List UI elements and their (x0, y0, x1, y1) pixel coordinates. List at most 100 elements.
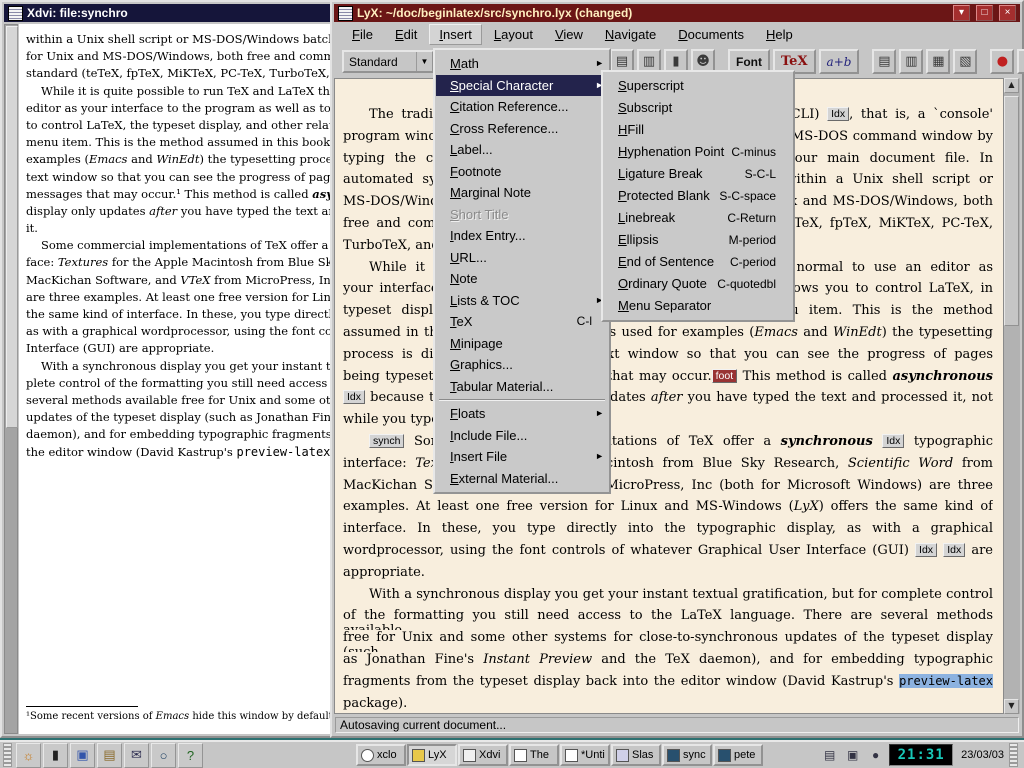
menu-item-minipage[interactable]: Minipage (436, 333, 608, 355)
menu-item-marginal-note[interactable]: Marginal Note (436, 182, 608, 204)
menu-item-footnote[interactable]: Footnote (436, 161, 608, 183)
app-icon (412, 749, 425, 762)
lyx-window-icon[interactable] (338, 6, 353, 21)
shortcut-label: S-C-space (719, 185, 788, 207)
panel-handle[interactable] (3, 743, 12, 767)
k-menu-button[interactable]: ☼ (16, 743, 41, 768)
styled-text: preview-latex (236, 445, 330, 459)
synch-inset-chip[interactable]: synch (369, 434, 404, 448)
menu-layout[interactable]: Layout (484, 24, 543, 45)
menu-item-include-file[interactable]: Include File... (436, 425, 608, 447)
xdvi-titlebar[interactable]: Xdvi: file:synchro (4, 4, 332, 22)
menu-navigate[interactable]: Navigate (595, 24, 666, 45)
menu-insert[interactable]: Insert (429, 24, 482, 45)
menu-item-label[interactable]: Label... (436, 139, 608, 161)
doc-line: of the formatting you still need access … (343, 608, 993, 630)
idx-inset-chip[interactable]: Idx (915, 543, 937, 557)
xdvi-vertical-scrollbar[interactable] (4, 24, 18, 734)
figure-icon[interactable]: ▤ (872, 49, 896, 74)
taskbar-window-lyx[interactable]: LyX (407, 744, 457, 766)
menu-view[interactable]: View (545, 24, 593, 45)
menu-file[interactable]: File (342, 24, 383, 45)
menu-item-math[interactable]: Math► (436, 53, 608, 75)
menu-item-external-material[interactable]: External Material... (436, 468, 608, 490)
styled-text: synchronous (781, 434, 873, 449)
paragraph-style-combo[interactable]: Standard ▼ (342, 50, 434, 73)
styled-text: Emacs (156, 711, 189, 722)
xdvi-window-icon[interactable] (8, 6, 23, 21)
menu-item-ordinary-quote[interactable]: Ordinary QuoteC-quotedbl (604, 273, 792, 295)
num-list-icon[interactable]: ▧ (953, 49, 977, 74)
taskbar-window-unti[interactable]: *Unti (560, 744, 610, 766)
menu-item-note[interactable]: Note (436, 268, 608, 290)
document-scrollbar[interactable]: ▲ ▼ (1003, 78, 1020, 714)
list-icon[interactable]: ▦ (926, 49, 950, 74)
menu-item-graphics[interactable]: Graphics... (436, 354, 608, 376)
menu-item-special-character[interactable]: Special Character► (436, 75, 608, 97)
panel-handle-right[interactable] (1009, 743, 1018, 767)
menu-item-ligature-break[interactable]: Ligature BreakS-C-L (604, 163, 792, 185)
scroll-up-icon[interactable]: ▲ (1004, 78, 1019, 93)
digital-clock[interactable]: 21:31 (889, 744, 953, 766)
menu-help[interactable]: Help (756, 24, 803, 45)
selected-text[interactable]: preview-latex (899, 674, 993, 688)
submenu-arrow-icon: ► (595, 446, 604, 468)
help-launcher[interactable]: ? (178, 743, 203, 768)
math-button[interactable]: a+b (819, 49, 860, 74)
terminal-launcher[interactable]: ▮ (43, 743, 68, 768)
menu-item-end-of-sentence[interactable]: End of SentenceC-period (604, 251, 792, 273)
menu-item-superscript[interactable]: Superscript (604, 75, 792, 97)
menu-item-hfill[interactable]: HFill (604, 119, 792, 141)
menu-item-ellipsis[interactable]: EllipsisM-period (604, 229, 792, 251)
menu-item-linebreak[interactable]: LinebreakC-Return (604, 207, 792, 229)
scroll-down-icon[interactable]: ▼ (1004, 699, 1019, 714)
taskbar-window-sync[interactable]: sync (662, 744, 712, 766)
menu-item-hyphenation-point[interactable]: Hyphenation PointC-minus (604, 141, 792, 163)
idx-inset-chip[interactable]: Idx (343, 390, 365, 404)
foot-inset-chip[interactable]: foot (712, 369, 738, 383)
files-launcher[interactable]: ▤ (97, 743, 122, 768)
menu-item-cross-reference[interactable]: Cross Reference... (436, 118, 608, 140)
app-icon (463, 749, 476, 762)
idx-inset-chip[interactable]: Idx (827, 107, 849, 121)
taskbar-window-pete[interactable]: pete (713, 744, 763, 766)
menu-item-floats[interactable]: Floats► (436, 403, 608, 425)
taskbar-window-the[interactable]: The (509, 744, 559, 766)
display-launcher[interactable]: ▣ (70, 743, 95, 768)
menu-item-insert-file[interactable]: Insert File► (436, 446, 608, 468)
menu-item-tabular-material[interactable]: Tabular Material... (436, 376, 608, 398)
idx-inset-chip[interactable]: Idx (882, 434, 904, 448)
menu-item-citation-reference[interactable]: Citation Reference... (436, 96, 608, 118)
menu-documents[interactable]: Documents (668, 24, 754, 45)
lyx-titlebar[interactable]: LyX: ~/doc/beginlatex/src/synchro.lyx (c… (334, 4, 1020, 22)
menu-item-url[interactable]: URL... (436, 247, 608, 269)
taskbar-window-xdvi[interactable]: Xdvi (458, 744, 508, 766)
idx-inset-chip[interactable]: Idx (943, 543, 965, 557)
doc-line: the editor window (David Kastrup's previ… (26, 445, 332, 462)
combo-dropdown-icon[interactable]: ▼ (416, 52, 432, 71)
clipboard-tray-icon[interactable]: ▤ (819, 745, 840, 766)
table-grid-button[interactable]: ▦ (1017, 49, 1024, 74)
menu-item-index-entry[interactable]: Index Entry... (436, 225, 608, 247)
scrollbar-thumb[interactable] (1004, 96, 1019, 326)
table-icon[interactable]: ▥ (899, 49, 923, 74)
xdvi-footnote: ¹Some recent versions of Emacs hide this… (26, 706, 332, 722)
close-button[interactable]: × (999, 5, 1016, 21)
xdvi-scrollbar-thumb[interactable] (6, 26, 18, 428)
menu-item-subscript[interactable]: Subscript (604, 97, 792, 119)
maximize-button[interactable]: □ (976, 5, 993, 21)
taskbar-window-xclo[interactable]: xclo (356, 744, 406, 766)
menu-item-protected-blank[interactable]: Protected BlankS-C-space (604, 185, 792, 207)
menu-item-lists-toc[interactable]: Lists & TOC► (436, 290, 608, 312)
menu-item-menu-separator[interactable]: Menu Separator (604, 295, 792, 317)
power-tray-icon[interactable]: ● (865, 745, 886, 766)
hfill-dot-button[interactable]: ● (990, 49, 1014, 74)
menu-item-tex[interactable]: TeXC-l (436, 311, 608, 333)
minimize-button[interactable]: ▾ (953, 5, 970, 21)
menu-edit[interactable]: Edit (385, 24, 427, 45)
mail-launcher[interactable]: ✉ (124, 743, 149, 768)
display-tray-icon[interactable]: ▣ (842, 745, 863, 766)
browser-launcher[interactable]: ○ (151, 743, 176, 768)
insert-menu: Math►Special Character►Citation Referenc… (433, 48, 611, 494)
taskbar-window-slas[interactable]: Slas (611, 744, 661, 766)
